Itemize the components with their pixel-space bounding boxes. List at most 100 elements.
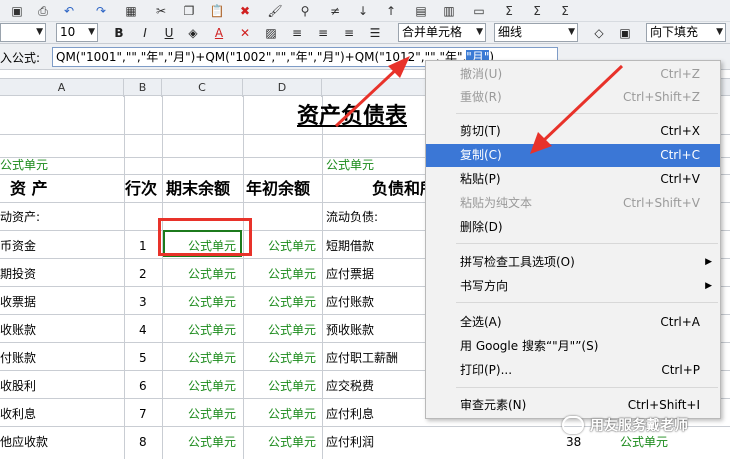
- row-begin-value[interactable]: 公式单元: [268, 260, 316, 288]
- sum-excl-icon[interactable]: Σ: [556, 2, 574, 20]
- menu-item-cut[interactable]: 剪切(T) Ctrl+X: [426, 120, 720, 143]
- align-justify-icon[interactable]: ☰: [366, 24, 384, 42]
- header-end-balance[interactable]: 期末余额: [166, 175, 230, 203]
- font-name-select[interactable]: ▼: [0, 23, 46, 42]
- insert-row-icon[interactable]: ▤: [412, 2, 430, 20]
- row-line[interactable]: 2: [139, 260, 147, 288]
- menu-item-paste-plain[interactable]: 粘贴为纯文本 Ctrl+Shift+V: [426, 192, 720, 215]
- row-begin-value[interactable]: 公式单元: [268, 372, 316, 400]
- menu-item-copy[interactable]: 复制(C) Ctrl+C: [426, 144, 720, 167]
- row-end-value[interactable]: 公式单元: [188, 288, 236, 316]
- sum-i-icon[interactable]: Σ: [528, 2, 546, 20]
- row-line[interactable]: 4: [139, 316, 147, 344]
- menu-item-google-search[interactable]: 用 Google 搜索“"月"”(S): [426, 335, 720, 358]
- align-right-icon[interactable]: ≡: [340, 24, 358, 42]
- row-end-value[interactable]: 公式单元: [188, 372, 236, 400]
- row-end-value[interactable]: 公式单元: [188, 316, 236, 344]
- section-current-assets[interactable]: 动资产:: [0, 203, 40, 231]
- underline-button[interactable]: U: [160, 24, 178, 42]
- row-begin-value[interactable]: 公式单元: [268, 316, 316, 344]
- row-liability[interactable]: 预收账款: [326, 316, 374, 344]
- sheet-icon[interactable]: ▭: [470, 2, 488, 20]
- insert-col-icon[interactable]: ▥: [440, 2, 458, 20]
- menu-item-spellcheck[interactable]: 拼写检查工具选项(O) ▶: [426, 251, 720, 274]
- menu-item-writing-direction[interactable]: 书写方向 ▶: [426, 275, 720, 298]
- menu-item-select-all[interactable]: 全选(A) Ctrl+A: [426, 311, 720, 334]
- copy-icon[interactable]: ❐: [180, 2, 198, 20]
- settings-icon[interactable]: ▣: [616, 24, 634, 42]
- menu-item-redo[interactable]: 重做(R) Ctrl+Shift+Z: [426, 86, 720, 109]
- row-asset[interactable]: 收账款: [0, 316, 36, 344]
- header-line[interactable]: 行次: [125, 175, 157, 203]
- align-center-icon[interactable]: ≡: [314, 24, 332, 42]
- sort-desc-icon[interactable]: ↑: [382, 2, 400, 20]
- clear-format-icon[interactable]: ✕: [236, 24, 254, 42]
- row-line[interactable]: 8: [139, 428, 147, 456]
- undo-icon[interactable]: ↶: [60, 2, 78, 20]
- row-line[interactable]: 1: [139, 232, 147, 260]
- row-liability[interactable]: 应交税费: [326, 372, 374, 400]
- row-asset[interactable]: 付账款: [0, 344, 36, 372]
- row-liability[interactable]: 应付职工薪酬: [326, 344, 398, 372]
- delete-icon[interactable]: ✖: [236, 2, 254, 20]
- row-begin-value[interactable]: 公式单元: [268, 400, 316, 428]
- row-asset[interactable]: 期投资: [0, 260, 36, 288]
- column-header-d[interactable]: D: [243, 79, 322, 97]
- italic-button[interactable]: I: [136, 24, 154, 42]
- row-begin-value[interactable]: 公式单元: [268, 232, 316, 260]
- row-liability[interactable]: 短期借款: [326, 232, 374, 260]
- save-icon[interactable]: ▣: [8, 2, 26, 20]
- find-icon[interactable]: ⚲: [296, 2, 314, 20]
- print-icon[interactable]: ⎙: [34, 2, 52, 20]
- font-size-select[interactable]: 10 ▼: [56, 23, 98, 42]
- menu-item-print[interactable]: 打印(P)... Ctrl+P: [426, 359, 720, 382]
- sum-icon[interactable]: Σ: [500, 2, 518, 20]
- column-header-c[interactable]: C: [162, 79, 243, 97]
- row-asset[interactable]: 他应收款: [0, 428, 48, 456]
- row-begin-value[interactable]: 公式单元: [268, 344, 316, 372]
- pattern-icon[interactable]: ▨: [262, 24, 280, 42]
- row-asset[interactable]: 收票据: [0, 288, 36, 316]
- align-left-icon[interactable]: ≡: [288, 24, 306, 42]
- row-end-value[interactable]: 公式单元: [188, 344, 236, 372]
- section-current-liabilities[interactable]: 流动负债:: [326, 203, 378, 231]
- sort-asc-icon[interactable]: ↓: [354, 2, 372, 20]
- header-begin-balance[interactable]: 年初余额: [246, 175, 310, 203]
- unit-left-cell[interactable]: 公式单元: [0, 155, 48, 175]
- replace-icon[interactable]: ≠: [326, 2, 344, 20]
- row-asset[interactable]: 收利息: [0, 400, 36, 428]
- fill-color-icon[interactable]: ◈: [184, 24, 202, 42]
- row-line[interactable]: 7: [139, 400, 147, 428]
- row-line[interactable]: 3: [139, 288, 147, 316]
- row-line[interactable]: 5: [139, 344, 147, 372]
- paste-icon[interactable]: 📋: [208, 2, 226, 20]
- column-header-b[interactable]: B: [124, 79, 162, 97]
- menu-item-paste[interactable]: 粘贴(P) Ctrl+V: [426, 168, 720, 191]
- menu-item-undo[interactable]: 撤消(U) Ctrl+Z: [426, 63, 720, 86]
- bold-button[interactable]: B: [110, 24, 128, 42]
- font-color-button[interactable]: A: [210, 24, 228, 42]
- border-select[interactable]: 细线 ▼: [494, 23, 578, 42]
- row-asset[interactable]: 收股利: [0, 372, 36, 400]
- format-brush-icon[interactable]: 🖌: [266, 2, 284, 20]
- cut-icon[interactable]: ✂: [152, 2, 170, 20]
- menu-item-delete[interactable]: 删除(D): [426, 216, 720, 239]
- row-begin-value[interactable]: 公式单元: [268, 428, 316, 456]
- header-asset[interactable]: 资 产: [10, 175, 48, 203]
- row-end-value[interactable]: 公式单元: [188, 400, 236, 428]
- row-liability[interactable]: 应付票据: [326, 260, 374, 288]
- row-begin-value[interactable]: 公式单元: [268, 288, 316, 316]
- row-liability[interactable]: 应付利息: [326, 400, 374, 428]
- row-end-value[interactable]: 公式单元: [188, 260, 236, 288]
- row-liability[interactable]: 应付利润: [326, 428, 374, 456]
- fill-direction-select[interactable]: 向下填充 ▼: [646, 23, 726, 42]
- row-liability[interactable]: 应付账款: [326, 288, 374, 316]
- grid-icon[interactable]: ▦: [122, 2, 140, 20]
- row-line[interactable]: 6: [139, 372, 147, 400]
- unit-right-cell[interactable]: 公式单元: [326, 155, 374, 175]
- eraser-icon[interactable]: ◇: [590, 24, 608, 42]
- redo-icon[interactable]: ↷: [92, 2, 110, 20]
- merge-select[interactable]: 合并单元格 ▼: [398, 23, 486, 42]
- row-asset[interactable]: 币资金: [0, 232, 36, 260]
- row-end-value[interactable]: 公式单元: [188, 428, 236, 456]
